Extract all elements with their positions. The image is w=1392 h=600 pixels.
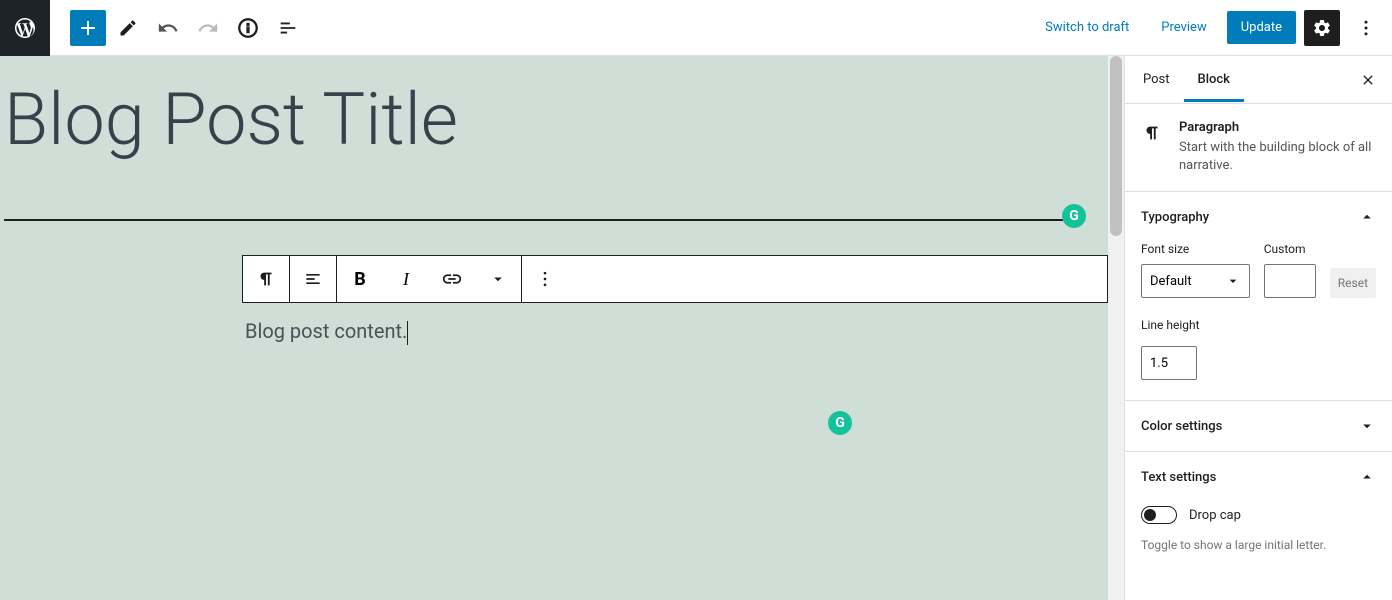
typography-title: Typography — [1141, 210, 1209, 225]
chevron-up-icon — [1358, 208, 1376, 226]
info-button[interactable] — [230, 10, 266, 46]
block-description: Start with the building block of all nar… — [1179, 139, 1376, 175]
line-height-label: Line height — [1141, 318, 1376, 332]
undo-icon — [157, 17, 179, 39]
close-sidebar-button[interactable] — [1348, 64, 1388, 96]
redo-button[interactable] — [190, 10, 226, 46]
sidebar-tabs: Post Block — [1125, 56, 1392, 104]
italic-icon: I — [403, 269, 409, 290]
grammarly-badge[interactable]: G — [828, 411, 852, 435]
custom-font-size-input[interactable] — [1264, 264, 1316, 298]
grammarly-badge[interactable]: G — [1062, 204, 1086, 228]
scrollbar-track[interactable] — [1108, 56, 1124, 600]
chevron-down-icon — [1225, 273, 1241, 289]
preview-button[interactable]: Preview — [1149, 12, 1218, 43]
switch-to-draft-button[interactable]: Switch to draft — [1033, 12, 1141, 43]
bold-icon: B — [354, 269, 366, 290]
wordpress-logo[interactable] — [0, 0, 50, 56]
paragraph-icon — [255, 268, 277, 290]
block-more-options-button[interactable] — [522, 256, 568, 302]
chevron-down-icon — [1358, 417, 1376, 435]
title-separator — [4, 219, 1084, 221]
outline-icon — [277, 17, 299, 39]
redo-icon — [197, 17, 219, 39]
align-left-icon — [303, 269, 323, 289]
typography-header[interactable]: Typography — [1125, 192, 1392, 242]
chevron-down-icon — [489, 270, 507, 288]
drop-cap-toggle[interactable] — [1141, 506, 1177, 524]
text-settings-section: Text settings Drop cap Toggle to show a … — [1125, 452, 1392, 572]
font-size-label: Font size — [1141, 242, 1250, 256]
outline-button[interactable] — [270, 10, 306, 46]
block-name: Paragraph — [1179, 120, 1376, 135]
block-toolbar: B I — [242, 255, 1108, 303]
top-toolbar: Switch to draft Preview Update — [0, 0, 1392, 56]
italic-button[interactable]: I — [383, 256, 429, 302]
paragraph-text: Blog post content. — [245, 319, 407, 343]
block-type-button[interactable] — [243, 256, 289, 302]
line-height-input[interactable] — [1141, 346, 1197, 380]
more-vertical-icon — [535, 269, 555, 289]
color-settings-title: Color settings — [1141, 419, 1222, 434]
add-block-button[interactable] — [70, 10, 106, 46]
chevron-up-icon — [1358, 468, 1376, 486]
undo-button[interactable] — [150, 10, 186, 46]
more-formatting-button[interactable] — [475, 256, 521, 302]
drop-cap-label: Drop cap — [1189, 508, 1241, 523]
link-icon — [441, 268, 463, 290]
paragraph-icon — [1141, 120, 1163, 175]
tab-post[interactable]: Post — [1129, 58, 1184, 101]
font-size-select[interactable]: Default — [1141, 264, 1250, 298]
main-area: Blog Post Title G B I — [0, 56, 1392, 600]
update-button[interactable]: Update — [1227, 11, 1296, 44]
font-size-value: Default — [1150, 274, 1192, 289]
toolbar-left — [50, 10, 306, 46]
editor-canvas[interactable]: Blog Post Title G B I — [0, 56, 1124, 600]
gear-icon — [1312, 18, 1332, 38]
text-cursor — [407, 321, 408, 345]
bold-button[interactable]: B — [337, 256, 383, 302]
toolbar-right: Switch to draft Preview Update — [1033, 10, 1392, 46]
close-icon — [1360, 72, 1376, 88]
more-vertical-icon — [1356, 18, 1376, 38]
tab-block[interactable]: Block — [1184, 58, 1244, 101]
more-options-button[interactable] — [1348, 10, 1384, 46]
toggle-knob — [1144, 509, 1156, 521]
text-settings-header[interactable]: Text settings — [1125, 452, 1392, 502]
settings-sidebar: Post Block Paragraph Start with the buil… — [1124, 56, 1392, 600]
custom-label: Custom — [1264, 242, 1316, 256]
pencil-icon — [118, 18, 138, 38]
info-icon — [237, 17, 259, 39]
edit-mode-button[interactable] — [110, 10, 146, 46]
wordpress-icon — [13, 16, 37, 40]
plus-icon — [76, 16, 100, 40]
link-button[interactable] — [429, 256, 475, 302]
post-content[interactable]: Blog post content. — [245, 319, 1108, 345]
post-title[interactable]: Blog Post Title — [0, 56, 1108, 159]
text-settings-title: Text settings — [1141, 470, 1216, 485]
block-info-panel: Paragraph Start with the building block … — [1125, 104, 1392, 192]
reset-button[interactable]: Reset — [1330, 268, 1376, 298]
color-settings-section: Color settings — [1125, 401, 1392, 452]
color-settings-header[interactable]: Color settings — [1125, 401, 1392, 451]
drop-cap-description: Toggle to show a large initial letter. — [1141, 538, 1376, 552]
align-button[interactable] — [290, 256, 336, 302]
scrollbar-thumb[interactable] — [1110, 56, 1122, 236]
settings-button[interactable] — [1304, 10, 1340, 46]
typography-section: Typography Font size Default Custom — [1125, 192, 1392, 401]
